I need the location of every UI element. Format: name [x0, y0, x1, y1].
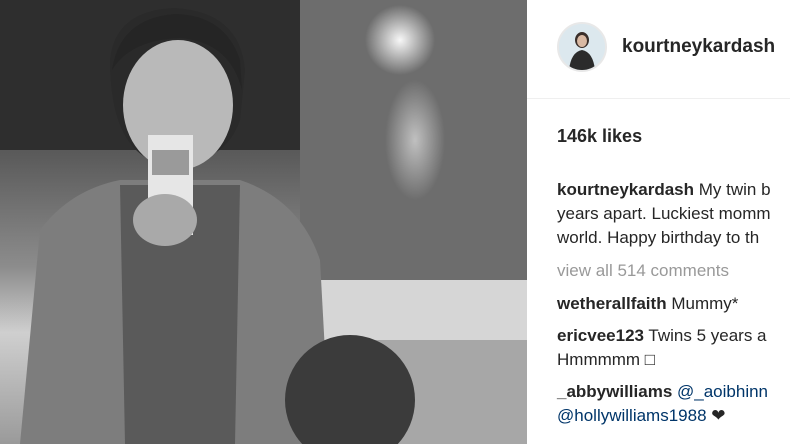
post-sidebar: kourtneykardash 146k likes kourtneykarda…	[527, 0, 790, 444]
comment-text: Mummy*	[671, 294, 739, 313]
caption-text-1: My twin b	[698, 180, 771, 199]
avatar[interactable]	[557, 22, 607, 72]
comment-author[interactable]: wetherallfaith	[557, 294, 667, 313]
comment: ericvee123 Twins 5 years a	[557, 326, 767, 346]
caption-text-3: world. Happy birthday to th	[557, 228, 760, 247]
comment-text: Twins 5 years a	[648, 326, 767, 345]
comment-mention[interactable]: @_aoibhinn	[677, 382, 768, 401]
likes-count[interactable]: 146k likes	[557, 126, 642, 147]
comment-author[interactable]: _abbywilliams	[557, 382, 672, 401]
caption-line-1: kourtneykardash My twin b	[557, 180, 771, 200]
post-username[interactable]: kourtneykardash	[622, 36, 775, 58]
caption-author[interactable]: kourtneykardash	[557, 180, 694, 199]
comment: wetherallfaith Mummy*	[557, 294, 738, 314]
comment-text-2: Hmmmmm □	[557, 350, 656, 369]
heart-icon: ❤	[711, 406, 726, 425]
comment-author[interactable]: ericvee123	[557, 326, 644, 345]
caption-text-2: years apart. Luckiest momm	[557, 204, 771, 223]
comment-mention[interactable]: @hollywilliams1988	[557, 406, 707, 425]
comment: _abbywilliams @_aoibhinn	[557, 382, 768, 402]
view-all-comments-link[interactable]: view all 514 comments	[557, 261, 729, 281]
post-header: kourtneykardash	[527, 0, 790, 99]
comment-line-2: @hollywilliams1988 ❤	[557, 406, 726, 426]
photo-scene	[0, 0, 527, 444]
avatar-image	[559, 24, 605, 70]
post-photo[interactable]	[0, 0, 527, 444]
